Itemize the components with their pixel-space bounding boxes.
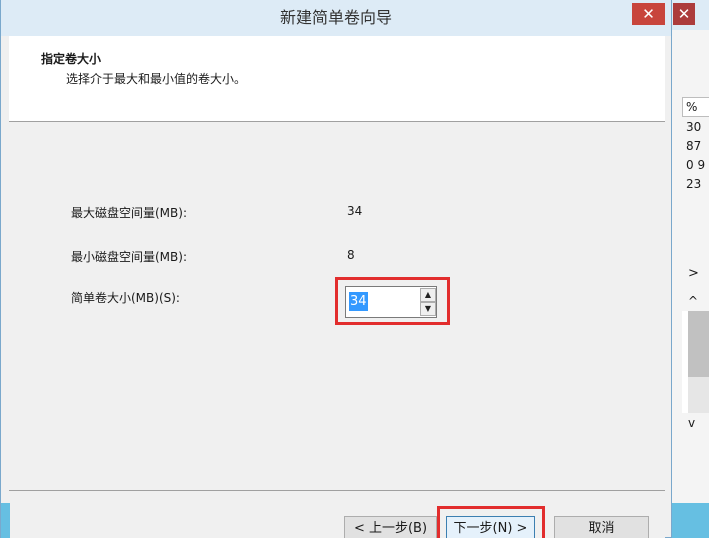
titlebar: 新建简单卷向导 ✕ [1, 0, 671, 36]
max-space-label: 最大磁盘空间量(MB): [71, 206, 187, 220]
background-close-button[interactable]: ✕ [673, 3, 695, 25]
back-button[interactable]: < 上一步(B) [344, 516, 437, 538]
min-space-value: 8 [347, 248, 355, 262]
scroll-down-arrow[interactable]: v [682, 413, 709, 433]
taskbar-edge [1, 503, 10, 538]
min-space-label: 最小磁盘空间量(MB): [71, 250, 187, 264]
volume-size-selected-text: 34 [349, 292, 368, 311]
max-space-value: 34 [347, 204, 363, 218]
background-value: 87 [686, 139, 702, 153]
spin-up-arrow-icon[interactable]: ▲ [420, 288, 436, 302]
volume-size-stepper[interactable]: 34 ▲ ▼ [345, 286, 437, 318]
background-scrollbar[interactable]: ^ v [682, 291, 709, 448]
new-simple-volume-wizard: 新建简单卷向导 ✕ 指定卷大小 选择介于最大和最小值的卷大小。 最大磁盘空间量(… [0, 0, 672, 538]
background-values-list: 30 87 0 9 23 [682, 118, 709, 194]
scroll-right-arrow[interactable]: > [682, 264, 709, 284]
page-subtitle: 选择介于最大和最小值的卷大小。 [66, 72, 247, 86]
background-column-header[interactable]: % [682, 97, 709, 117]
page-title: 指定卷大小 [41, 52, 102, 66]
footer-divider [9, 490, 665, 491]
scroll-up-arrow[interactable]: ^ [682, 291, 709, 311]
close-button[interactable]: ✕ [632, 3, 665, 25]
header-panel: 指定卷大小 选择介于最大和最小值的卷大小。 [9, 36, 665, 122]
cancel-button[interactable]: 取消 [554, 516, 649, 538]
scroll-thumb[interactable] [688, 311, 709, 377]
scroll-track[interactable] [682, 311, 709, 413]
spin-down-arrow-icon[interactable]: ▼ [420, 302, 436, 316]
volume-size-label: 简单卷大小(MB)(S): [71, 291, 180, 305]
background-value: 30 [686, 120, 702, 134]
background-value: 0 9 [686, 158, 706, 172]
window-title: 新建简单卷向导 [279, 8, 392, 27]
next-button[interactable]: 下一步(N) > [446, 516, 535, 538]
background-value: 23 [686, 177, 702, 191]
dialog-body: 指定卷大小 选择介于最大和最小值的卷大小。 最大磁盘空间量(MB): 34 最小… [9, 36, 665, 538]
